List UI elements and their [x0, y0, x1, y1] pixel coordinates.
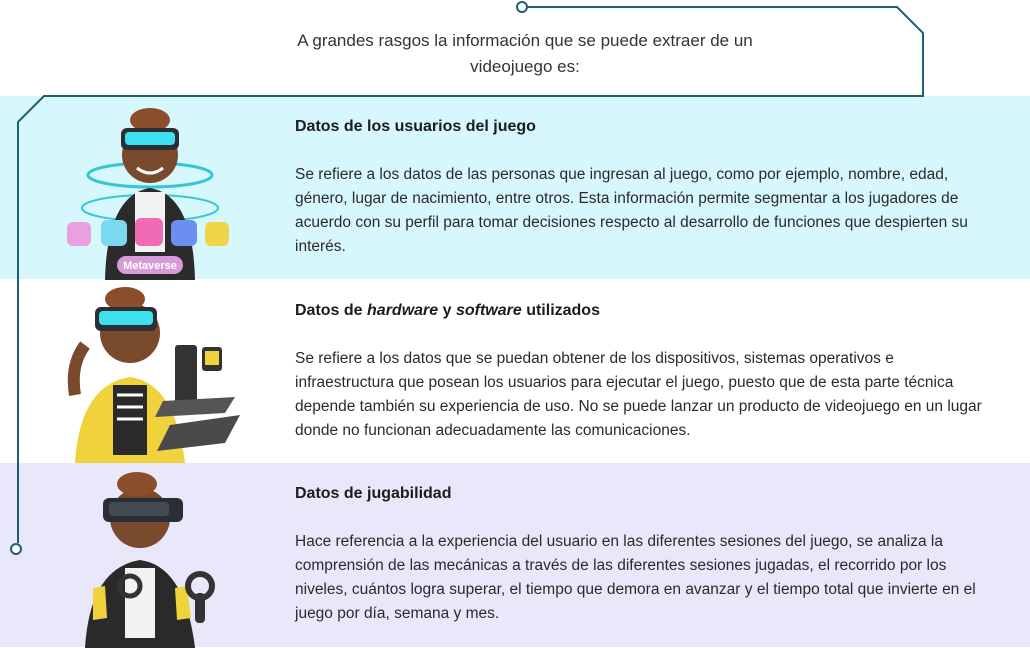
card-users-text: Se refiere a los datos de las personas q…: [295, 166, 968, 255]
card-gameplay-title: Datos de jugabilidad: [295, 485, 452, 502]
frame-top-dot-icon: [516, 1, 528, 13]
card-hardware-text: Se refiere a los datos que se puedan obt…: [295, 350, 982, 439]
intro-text: A grandes rasgos la información que se p…: [297, 31, 753, 76]
vr-avatar-metaverse-illustration: Metaverse: [67, 108, 229, 280]
vr-avatar-controllers-illustration: [85, 472, 215, 648]
frame-bottom-dot-icon: [10, 543, 22, 555]
vr-avatar-devices-illustration: [67, 287, 240, 463]
card-gameplay-text: Hace referencia a la experiencia del usu…: [295, 533, 976, 622]
card-users-title: Datos de los usuarios del juego: [295, 118, 536, 135]
metaverse-badge-text: Metaverse: [123, 260, 177, 272]
card-hardware-title: Datos de hardware y software utilizados: [295, 302, 600, 319]
